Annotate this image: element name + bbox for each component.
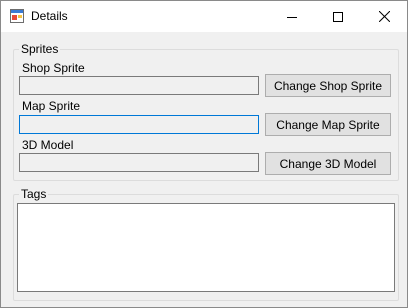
map-sprite-field[interactable]: [19, 115, 259, 134]
minimize-button[interactable]: [269, 1, 315, 32]
shop-sprite-field[interactable]: [19, 76, 259, 95]
title-bar[interactable]: Details: [1, 1, 407, 32]
change-map-sprite-button[interactable]: Change Map Sprite: [265, 113, 391, 136]
app-window-icon: [10, 9, 24, 23]
close-icon: [378, 11, 390, 22]
model-3d-field[interactable]: [19, 153, 259, 172]
maximize-icon: [333, 11, 343, 22]
window-title: Details: [31, 9, 68, 23]
details-window: Details Sprites Shop Sprite Change Shop …: [0, 0, 408, 308]
close-button[interactable]: [361, 1, 407, 32]
maximize-button[interactable]: [315, 1, 361, 32]
sprites-group-label: Sprites: [19, 42, 61, 56]
tags-textarea[interactable]: [17, 203, 395, 292]
change-3d-model-button[interactable]: Change 3D Model: [265, 152, 391, 175]
shop-sprite-label: Shop Sprite: [22, 61, 85, 75]
minimize-icon: [287, 16, 297, 18]
map-sprite-label: Map Sprite: [22, 99, 81, 113]
model-3d-label: 3D Model: [22, 138, 74, 152]
tags-group-label: Tags: [19, 187, 49, 201]
change-shop-sprite-button[interactable]: Change Shop Sprite: [265, 74, 391, 97]
